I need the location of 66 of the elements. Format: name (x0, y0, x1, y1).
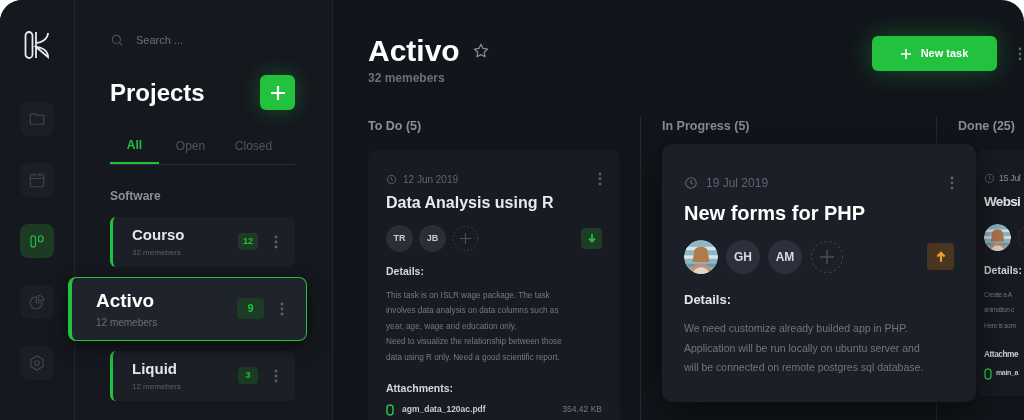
column-title: Done (25) (958, 118, 1016, 135)
assignee-avatar: TR (386, 224, 413, 252)
more-icon[interactable] (1018, 47, 1022, 61)
project-name: Courso (132, 225, 186, 246)
task-count: 12 (238, 233, 258, 250)
task-title: Websi (984, 192, 1022, 211)
task-card[interactable] (368, 149, 620, 420)
projects-title: Projects (110, 77, 205, 108)
more-icon[interactable] (950, 175, 954, 190)
project-members: 12 memebers (96, 316, 159, 331)
task-title: Data Analysis using R (386, 192, 555, 213)
assignee-avatar: GH (726, 239, 760, 274)
task-description: Need to visualize the relationship between those data using R only. Need a good scientific report. (386, 336, 563, 364)
add-assignee-icon[interactable] (452, 224, 479, 252)
project-members: 32 memebers (132, 246, 182, 259)
folder-icon (28, 110, 46, 128)
assignee-avatar: JB (419, 224, 446, 252)
task-description: This task is on ISLR wage package. The task involves data analysis on data columns such as year, age, wage and education only. (386, 289, 560, 333)
column-title: To Do (5) (368, 118, 423, 135)
task-date: 19 Jul 2019 (706, 174, 769, 192)
pie-chart-icon (28, 293, 46, 311)
assignee-avatar: AM (768, 239, 802, 274)
nav-button[interactable] (20, 224, 54, 258)
settings-icon (28, 354, 46, 372)
task-count: 3 (238, 367, 258, 384)
task-title: New forms for PHP (684, 200, 867, 226)
attachment-size: 354.42 KB (562, 403, 602, 416)
clock-icon (386, 173, 397, 185)
task-card[interactable]: 19 Jul 2019 New forms for PHP GH AM Details: We need customize already builded app in PHP. Application will be run locally on ubuntu server and will be connected on remote postgres sql database. (662, 143, 976, 402)
details-label: Details: (684, 290, 732, 309)
task-description: We need customize already builded app in PHP. Application will be run locally on ubuntu server and will be connected on remote postgres sql database. (684, 321, 925, 376)
project-name: Liquid (132, 359, 178, 380)
filter-tab[interactable]: All (110, 135, 159, 164)
column-title: In Progress (5) (662, 118, 751, 135)
board-members: 32 memebers (368, 70, 446, 87)
attachments-label: Attachme (984, 349, 1020, 362)
search-icon (110, 33, 124, 48)
project-card[interactable]: Liquid 12 memebers 3 (110, 350, 295, 401)
board-icon (28, 232, 46, 250)
clock-icon (684, 175, 698, 190)
search-field[interactable]: Search ... (136, 32, 276, 49)
task-count: 9 (237, 298, 264, 319)
add-project-button[interactable] (260, 75, 295, 110)
project-members: 12 memebers (132, 380, 182, 393)
more-icon[interactable] (598, 172, 602, 187)
more-icon[interactable] (274, 368, 278, 383)
star-icon[interactable] (471, 42, 490, 60)
more-icon[interactable] (280, 301, 284, 316)
logo-icon (24, 30, 50, 60)
project-name: Activo (96, 288, 156, 313)
attachment-name[interactable]: agm_data_120ac.pdf (402, 403, 486, 416)
more-icon[interactable] (274, 234, 278, 249)
clock-icon (984, 173, 995, 185)
plus-icon (269, 84, 286, 101)
calendar-icon (28, 171, 46, 189)
add-assignee-icon[interactable] (810, 239, 844, 274)
attachments-label: Attachments: (386, 381, 455, 397)
plus-icon (900, 48, 911, 59)
details-label: Details: (386, 263, 425, 279)
project-card[interactable]: Courso 32 memebers 12 (110, 216, 295, 267)
task-date: 12 Jun 2019 (403, 172, 459, 187)
board-title: Activo (368, 33, 460, 69)
task-date: 15 Jul (999, 172, 1021, 185)
details-label: Details: (984, 262, 1023, 278)
group-label: Software (110, 187, 162, 205)
project-card[interactable]: Activo 12 memebers 9 (68, 276, 307, 341)
